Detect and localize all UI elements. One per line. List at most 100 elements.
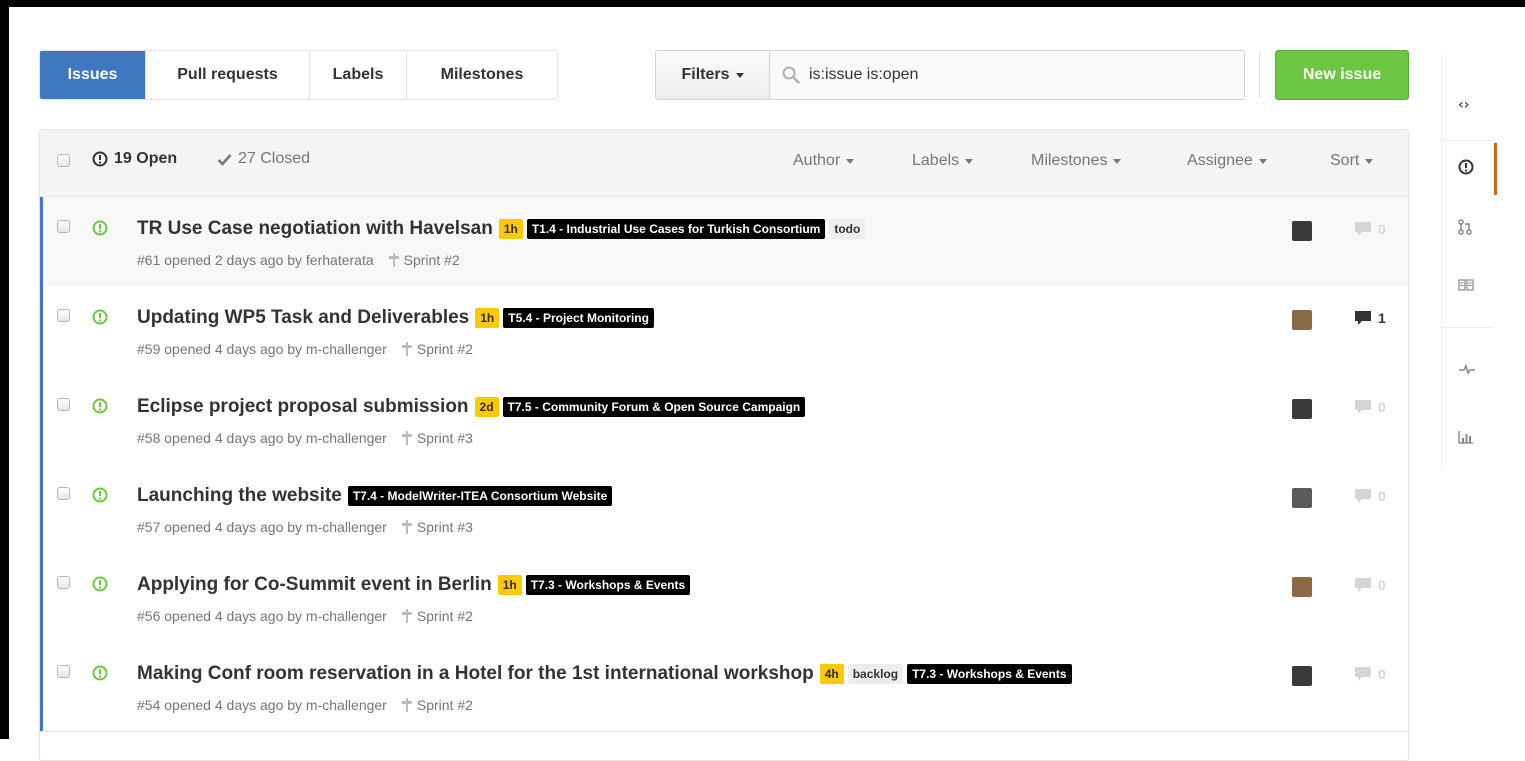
issue-label[interactable]: todo bbox=[829, 219, 866, 239]
tab-issues[interactable]: Issues bbox=[40, 51, 146, 99]
comments-link[interactable]: 0 bbox=[1353, 399, 1386, 415]
tab-labels[interactable]: Labels bbox=[310, 51, 407, 99]
issue-checkbox[interactable] bbox=[57, 398, 70, 411]
milestone-icon bbox=[401, 698, 413, 712]
row-accent-bar bbox=[40, 375, 43, 464]
issue-title[interactable]: Making Conf room reservation in a Hotel … bbox=[137, 663, 814, 685]
avatar[interactable] bbox=[1292, 488, 1312, 508]
open-issues-link[interactable]: 19 Open bbox=[92, 150, 177, 168]
comment-icon bbox=[1353, 310, 1373, 326]
issue-checkbox[interactable] bbox=[57, 309, 70, 322]
labels-filter[interactable]: Labels bbox=[912, 152, 974, 170]
issue-milestone[interactable]: Sprint #2 bbox=[404, 252, 460, 268]
new-issue-button[interactable]: New issue bbox=[1275, 50, 1409, 100]
issue-label[interactable]: backlog bbox=[847, 664, 904, 684]
issues-nav-item[interactable] bbox=[1442, 155, 1525, 179]
issues-list-box: 19 Open 27 Closed Author Labels Mileston… bbox=[39, 129, 1409, 761]
author-filter[interactable]: Author bbox=[793, 152, 855, 170]
issue-author[interactable]: m-challenger bbox=[306, 341, 387, 357]
issue-row[interactable]: Eclipse project proposal submission 2d T7.… bbox=[40, 375, 1408, 465]
issue-title[interactable]: Applying for Co-Summit event in Berlin bbox=[137, 574, 492, 596]
issue-title[interactable]: Updating WP5 Task and Deliverables bbox=[137, 307, 469, 329]
comments-link[interactable]: 1 bbox=[1353, 310, 1386, 326]
avatar[interactable] bbox=[1292, 666, 1312, 686]
tab-pull-requests[interactable]: Pull requests bbox=[146, 51, 310, 99]
issue-row[interactable]: Making Conf room reservation in a Hotel … bbox=[40, 642, 1408, 732]
issue-label[interactable]: T5.4 - Project Monitoring bbox=[503, 308, 654, 328]
issue-label[interactable]: 1h bbox=[498, 219, 523, 239]
issue-row[interactable]: Updating WP5 Task and Deliverables 1h T5.4… bbox=[40, 286, 1408, 376]
code-nav-item[interactable]: ‹› bbox=[1442, 93, 1525, 117]
avatar[interactable] bbox=[1292, 221, 1312, 241]
milestone-icon bbox=[401, 431, 413, 445]
closed-issues-link[interactable]: 27 Closed bbox=[217, 150, 310, 168]
issue-title[interactable]: Launching the website bbox=[137, 485, 342, 507]
issue-checkbox[interactable] bbox=[57, 487, 70, 500]
issue-meta: #54 opened 4 days ago by m-challenger Spr… bbox=[137, 697, 473, 713]
wiki-nav-item[interactable] bbox=[1442, 273, 1525, 297]
issue-opened-icon bbox=[92, 220, 108, 241]
issue-label[interactable]: T7.3 - Workshops & Events bbox=[907, 664, 1072, 684]
issue-milestone[interactable]: Sprint #2 bbox=[417, 608, 473, 624]
assignee-filter-label: Assignee bbox=[1187, 152, 1253, 169]
issue-author[interactable]: ferhaterata bbox=[306, 252, 374, 268]
issue-milestone[interactable]: Sprint #2 bbox=[417, 341, 473, 357]
filters-button[interactable]: Filters bbox=[656, 51, 770, 99]
search-box[interactable] bbox=[770, 51, 1244, 99]
issue-milestone[interactable]: Sprint #3 bbox=[417, 519, 473, 535]
graphs-nav-item[interactable] bbox=[1442, 425, 1525, 449]
issue-label[interactable]: T7.5 - Community Forum & Open Source Cam… bbox=[502, 397, 806, 417]
check-icon bbox=[217, 153, 232, 166]
pull-requests-nav-item[interactable] bbox=[1442, 215, 1525, 239]
issue-author[interactable]: m-challenger bbox=[306, 519, 387, 535]
issue-author[interactable]: m-challenger bbox=[306, 430, 387, 446]
comment-icon bbox=[1353, 221, 1373, 237]
issue-author[interactable]: m-challenger bbox=[306, 608, 387, 624]
sort-filter-label: Sort bbox=[1330, 152, 1360, 169]
issue-milestone[interactable]: Sprint #2 bbox=[417, 697, 473, 713]
comment-count: 1 bbox=[1378, 310, 1386, 326]
issue-title-line: Making Conf room reservation in a Hotel … bbox=[137, 663, 1076, 685]
comments-link[interactable]: 0 bbox=[1353, 488, 1386, 504]
issue-title[interactable]: Eclipse project proposal submission bbox=[137, 396, 469, 418]
pulse-nav-item[interactable] bbox=[1442, 357, 1525, 381]
assignee-filter[interactable]: Assignee bbox=[1187, 152, 1267, 170]
issue-label[interactable]: T1.4 - Industrial Use Cases for Turkish … bbox=[526, 219, 826, 239]
issue-label[interactable]: 1h bbox=[497, 575, 522, 595]
issue-meta: #61 opened 2 days ago by ferhaterata Spri… bbox=[137, 252, 460, 268]
tab-milestones[interactable]: Milestones bbox=[407, 51, 557, 99]
divider bbox=[1259, 52, 1260, 98]
issue-meta-text: #54 opened 4 days ago by bbox=[137, 697, 303, 713]
filters-button-label: Filters bbox=[681, 66, 730, 83]
issue-author[interactable]: m-challenger bbox=[306, 697, 387, 713]
issue-label[interactable]: T7.3 - Workshops & Events bbox=[525, 575, 691, 595]
issue-checkbox[interactable] bbox=[57, 220, 70, 233]
select-all-checkbox[interactable] bbox=[57, 154, 70, 167]
comments-link[interactable]: 0 bbox=[1353, 577, 1386, 593]
issue-checkbox[interactable] bbox=[57, 576, 70, 589]
avatar[interactable] bbox=[1292, 577, 1312, 597]
sort-filter[interactable]: Sort bbox=[1330, 152, 1374, 170]
issue-row[interactable]: TR Use Case negotiation with Havelsan 1h T… bbox=[40, 197, 1408, 287]
milestone-icon bbox=[388, 253, 400, 267]
issue-label[interactable]: 1h bbox=[475, 308, 500, 328]
milestones-filter[interactable]: Milestones bbox=[1031, 152, 1122, 170]
issue-label[interactable]: 4h bbox=[819, 664, 844, 684]
git-pull-request-icon bbox=[1458, 219, 1472, 235]
avatar[interactable] bbox=[1292, 399, 1312, 419]
issue-checkbox[interactable] bbox=[57, 665, 70, 678]
issue-meta-text: #61 opened 2 days ago by bbox=[137, 252, 303, 268]
book-icon bbox=[1458, 278, 1474, 292]
issue-row[interactable]: Applying for Co-Summit event in Berlin 1h… bbox=[40, 553, 1408, 643]
issue-label[interactable]: T7.4 - ModelWriter-ITEA Consortium Websi… bbox=[347, 486, 613, 506]
issue-label[interactable]: 2d bbox=[474, 397, 499, 417]
issue-row[interactable]: Launching the website T7.4 - ModelWriter-… bbox=[40, 464, 1408, 554]
comments-link[interactable]: 0 bbox=[1353, 666, 1386, 682]
comments-link[interactable]: 0 bbox=[1353, 221, 1386, 237]
comment-count: 0 bbox=[1378, 577, 1386, 593]
issue-milestone[interactable]: Sprint #3 bbox=[417, 430, 473, 446]
search-input[interactable] bbox=[809, 66, 1229, 84]
avatar[interactable] bbox=[1292, 310, 1312, 330]
milestone-icon bbox=[401, 520, 413, 534]
issue-title[interactable]: TR Use Case negotiation with Havelsan bbox=[137, 218, 493, 240]
